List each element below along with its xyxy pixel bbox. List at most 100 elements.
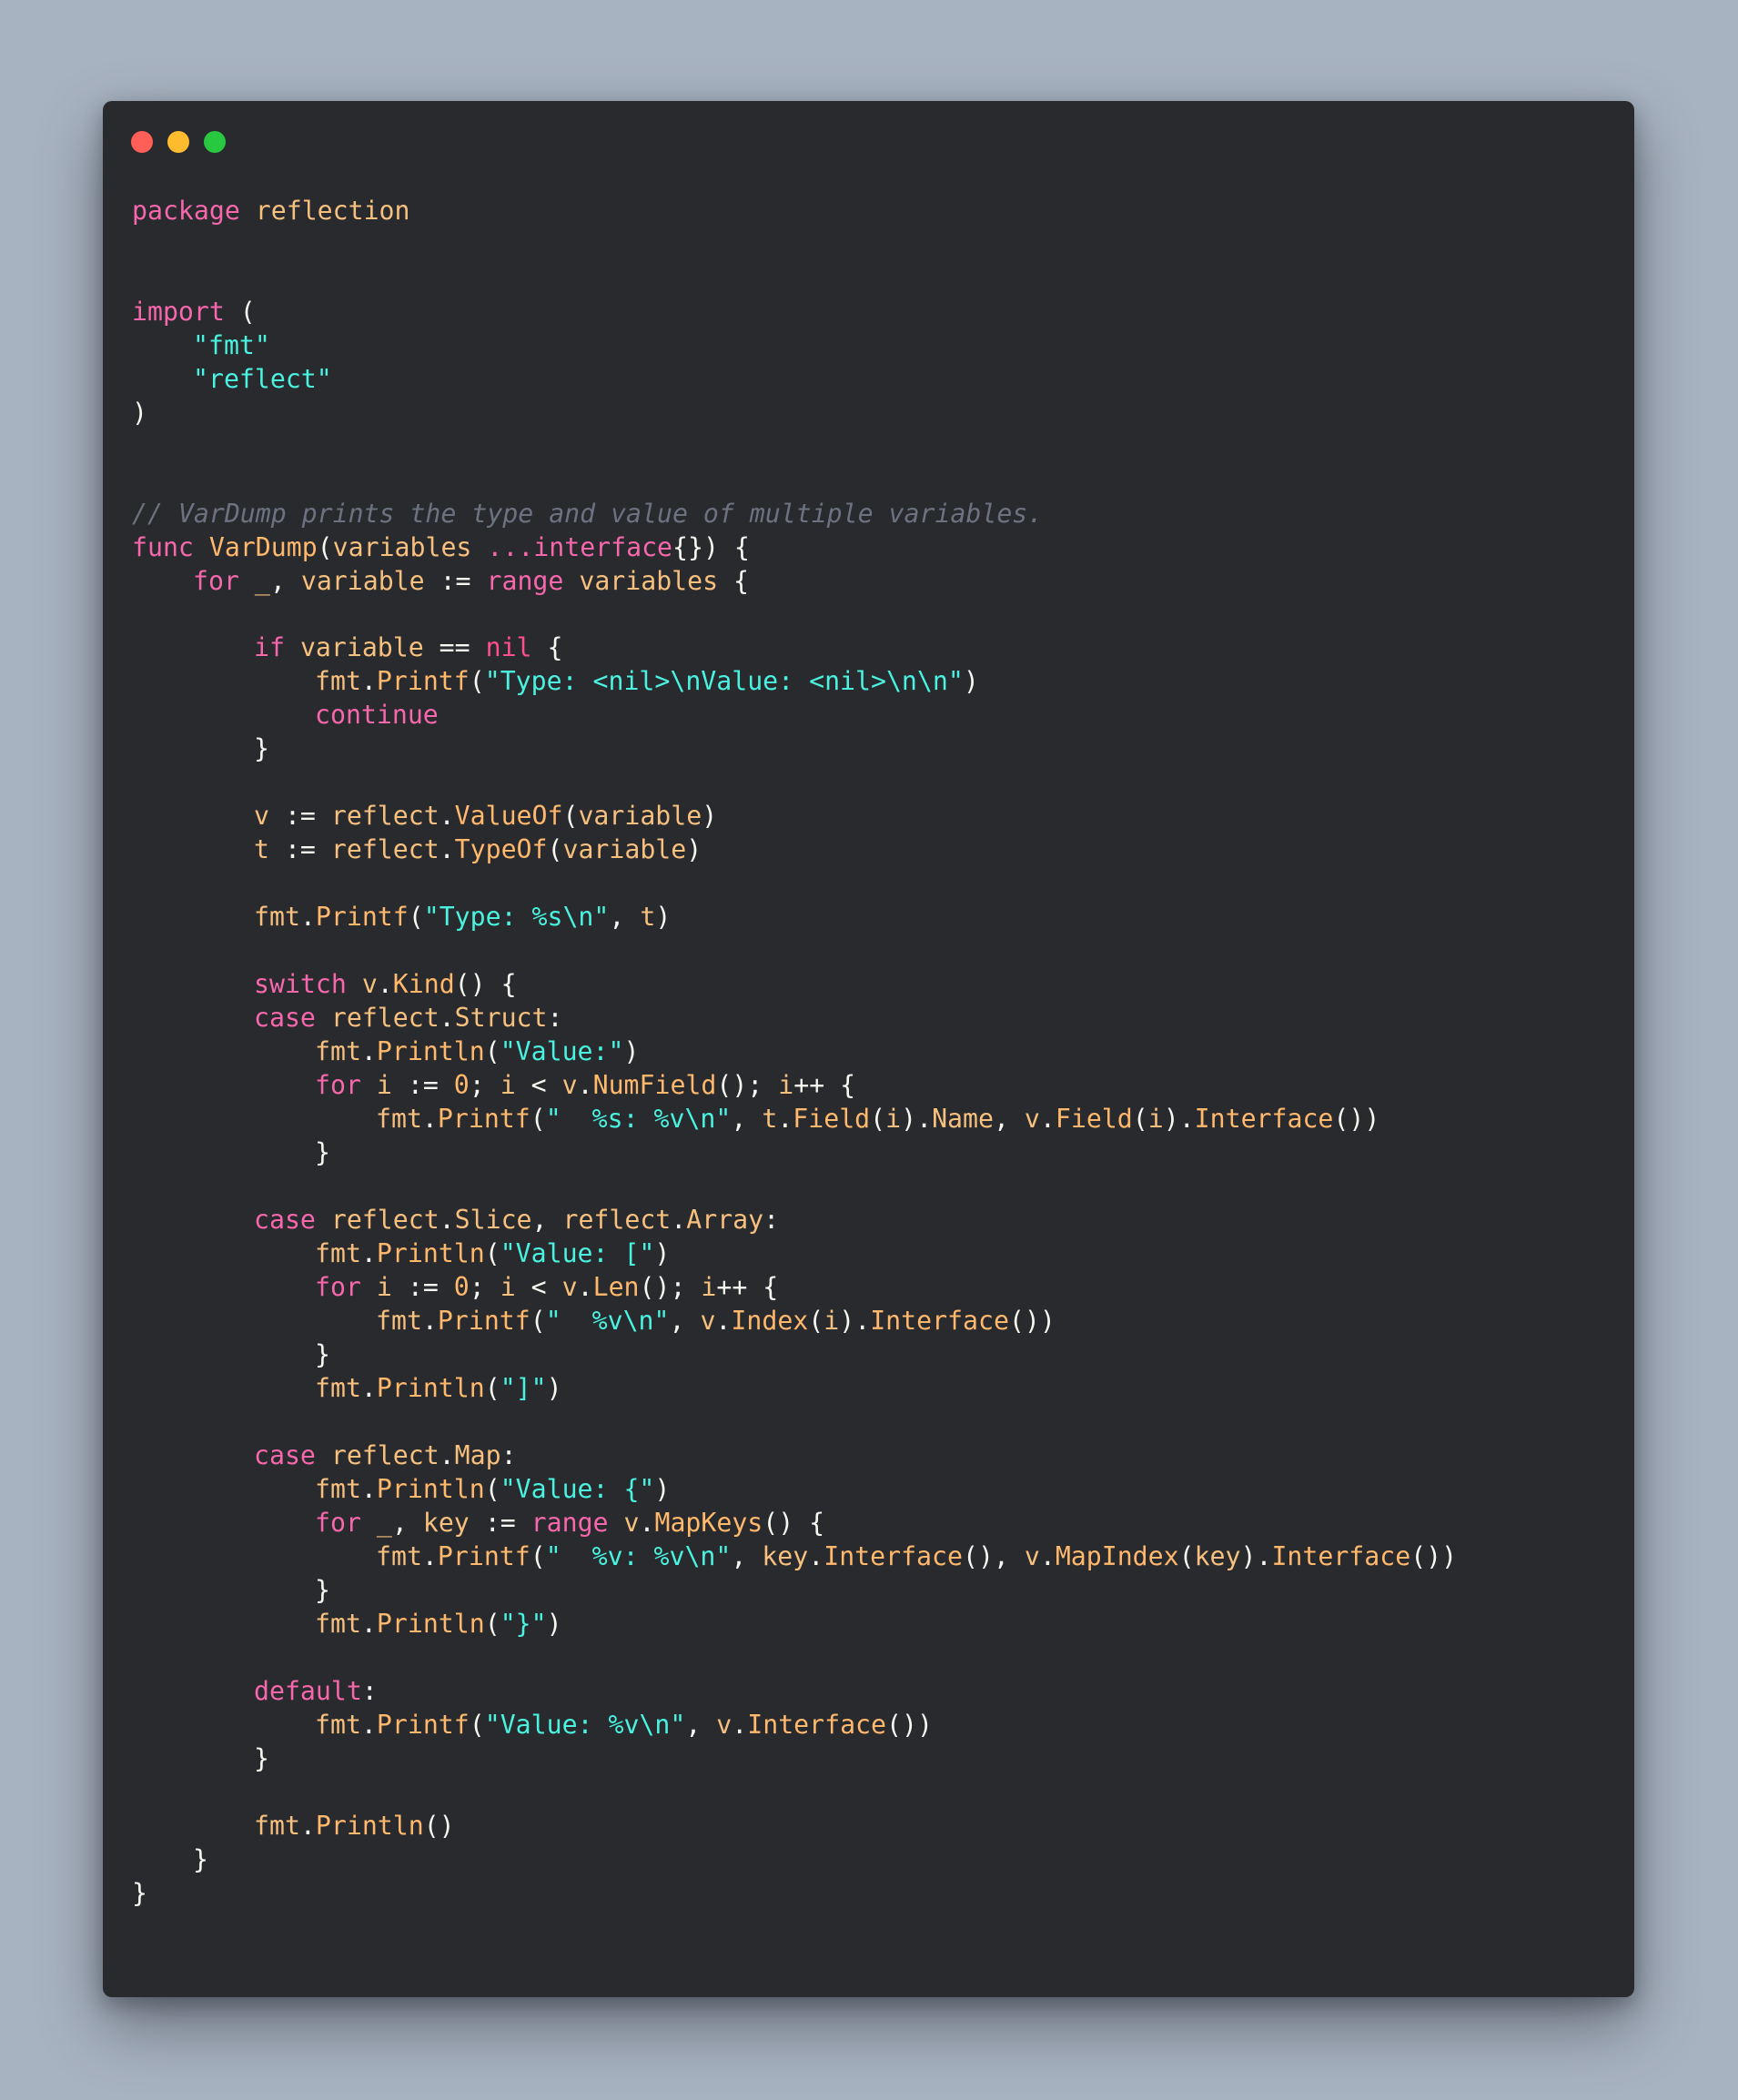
code-token: }	[254, 733, 269, 763]
window-controls	[131, 131, 240, 153]
code-token: variable	[578, 801, 702, 831]
code-token: {}) {	[672, 532, 750, 562]
code-token: "Value: ["	[500, 1238, 655, 1268]
code-line: if variable == nil {	[254, 631, 562, 665]
code-token: for	[315, 1272, 361, 1302]
code-token: .	[360, 1036, 377, 1066]
code-token: func	[132, 532, 194, 562]
code-token: Printf	[437, 1104, 530, 1134]
code-token: "Type: <nil>\nValue: <nil>\n\n"	[484, 666, 964, 696]
code-token: t	[640, 902, 656, 932]
code-token: "Value: {"	[500, 1474, 655, 1504]
code-token: i	[500, 1272, 516, 1302]
code-token: (	[224, 297, 256, 327]
code-token: t	[254, 834, 269, 864]
code-token: :=	[268, 801, 331, 831]
code-token: Kind	[392, 969, 455, 999]
code-token: .	[439, 1205, 455, 1235]
code-token: :	[500, 1440, 517, 1470]
code-token: Name	[932, 1104, 994, 1134]
code-token: fmt	[315, 1238, 361, 1268]
code-token: {	[718, 566, 750, 596]
code-token: )	[654, 1238, 671, 1268]
code-token: reflect	[330, 801, 440, 831]
code-token: .	[808, 1541, 824, 1571]
code-line: }	[254, 1742, 269, 1776]
code-token: (	[469, 666, 485, 696]
code-token: (	[484, 1373, 500, 1403]
code-token: .	[439, 1003, 455, 1033]
code-line: }	[254, 732, 269, 766]
code-token: for	[315, 1508, 361, 1538]
code-token: variables	[332, 532, 472, 562]
code-line: fmt.Printf("Type: <nil>\nValue: <nil>\n\…	[315, 664, 979, 699]
code-token: ,	[685, 1710, 717, 1740]
code-token: }	[132, 1878, 147, 1908]
code-token: (	[484, 1238, 500, 1268]
code-line: fmt.Println("}")	[315, 1607, 562, 1641]
code-line: )	[132, 396, 147, 430]
close-dot-icon[interactable]	[131, 131, 153, 153]
code-token: Println	[376, 1373, 485, 1403]
code-token: Println	[376, 1238, 485, 1268]
code-token: .	[377, 969, 393, 999]
code-token: i	[500, 1070, 516, 1100]
code-token: ValueOf	[454, 801, 563, 831]
code-token: )	[546, 1609, 562, 1639]
code-token: Interface	[824, 1541, 963, 1571]
code-token: fmt	[254, 902, 300, 932]
code-token: for	[315, 1070, 361, 1100]
code-token: _	[254, 566, 270, 596]
code-token: :	[547, 1003, 563, 1033]
code-token: )	[654, 1474, 671, 1504]
code-token: .	[639, 1508, 655, 1538]
code-token: :	[361, 1676, 378, 1706]
code-token: "Value:"	[500, 1036, 624, 1066]
code-token: ++ {	[793, 1070, 856, 1100]
code-token: :=	[424, 566, 487, 596]
code-token: fmt	[315, 1036, 361, 1066]
code-token: )	[963, 666, 979, 696]
code-token: " %v\n"	[545, 1306, 670, 1336]
code-token: .	[1039, 1104, 1056, 1134]
code-token: "fmt"	[193, 330, 270, 360]
code-token: range	[486, 566, 564, 596]
code-token: .	[360, 1710, 377, 1740]
code-token: (	[484, 1036, 500, 1066]
minimize-dot-icon[interactable]	[167, 131, 189, 153]
code-token: key	[762, 1541, 809, 1571]
code-token: nil	[485, 632, 532, 662]
code-token: "]"	[500, 1373, 547, 1403]
code-token: }	[315, 1575, 330, 1605]
code-line: fmt.Println("Value: {")	[315, 1472, 670, 1507]
code-token: ())	[1333, 1104, 1380, 1134]
code-line: case reflect.Map:	[254, 1439, 517, 1473]
code-token: reflect	[330, 1440, 440, 1470]
code-token: t	[762, 1104, 778, 1134]
code-token: (	[530, 1306, 546, 1336]
code-line: for _, variable := range variables {	[193, 564, 749, 599]
code-token: ();	[716, 1070, 779, 1100]
code-token: range	[530, 1508, 609, 1538]
code-token: (	[1178, 1541, 1195, 1571]
code-token: import	[132, 297, 225, 327]
maximize-dot-icon[interactable]	[204, 131, 226, 153]
code-token: fmt	[315, 1474, 361, 1504]
code-token: v	[1024, 1541, 1040, 1571]
code-token: ;	[469, 1272, 500, 1302]
code-line: }	[132, 1876, 147, 1911]
code-token: Interface	[1271, 1541, 1411, 1571]
code-line: }	[193, 1843, 208, 1877]
code-token: .	[421, 1306, 438, 1336]
code-token: ,	[669, 1306, 701, 1336]
code-line: fmt.Printf(" %v: %v\n", key.Interface(),…	[376, 1540, 1457, 1574]
code-token: Printf	[376, 1710, 470, 1740]
code-line: t := reflect.TypeOf(variable)	[254, 833, 702, 867]
code-token: :	[763, 1205, 780, 1235]
code-token: fmt	[376, 1306, 422, 1336]
code-token: reflect	[562, 1205, 672, 1235]
